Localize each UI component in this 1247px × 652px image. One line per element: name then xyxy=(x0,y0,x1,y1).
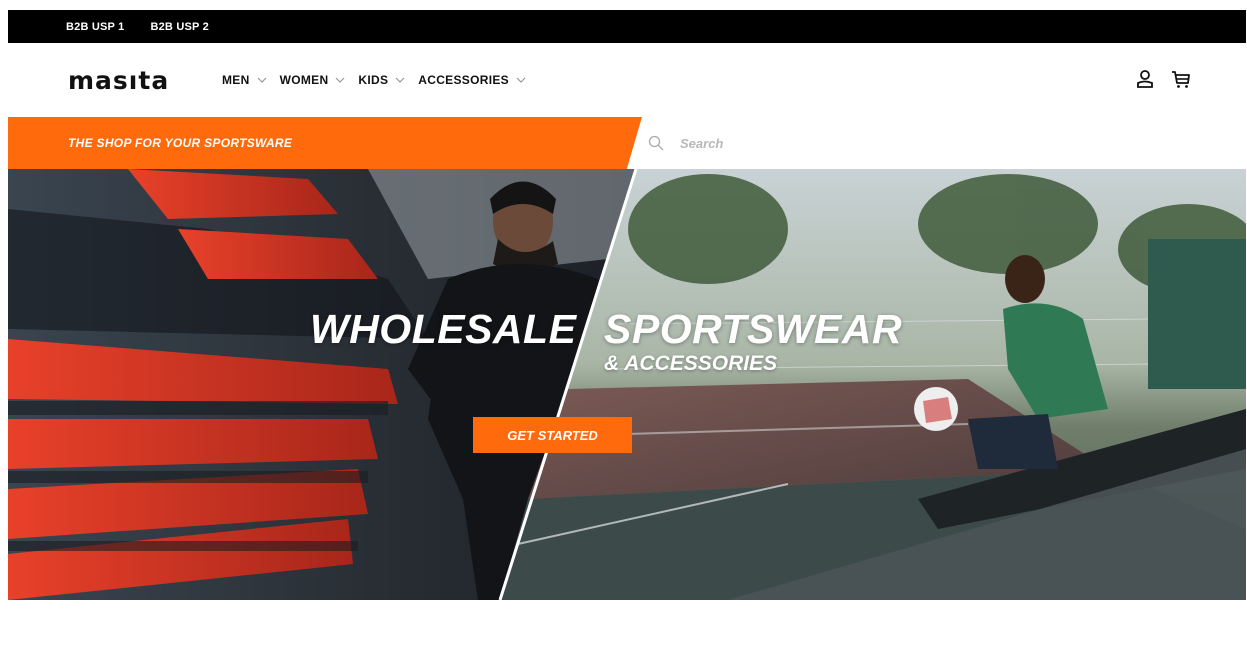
search-icon[interactable] xyxy=(648,135,664,151)
promo-tagline: THE SHOP FOR YOUR SPORTSWARE xyxy=(68,136,293,150)
nav-item-women[interactable]: WOMEN xyxy=(280,73,347,87)
nav-item-men[interactable]: MEN xyxy=(222,73,268,87)
cart-icon[interactable] xyxy=(1170,68,1192,90)
masita-logo[interactable]: masıta xyxy=(68,68,169,93)
header-icons xyxy=(1120,68,1192,90)
usp-bar: B2B USP 1 B2B USP 2 xyxy=(8,10,1246,43)
nav-label-men: MEN xyxy=(222,73,250,87)
usp-item-2: B2B USP 2 xyxy=(150,20,209,33)
search-bar xyxy=(648,117,1238,169)
get-started-button[interactable]: GET STARTED xyxy=(473,417,632,453)
nav-label-women: WOMEN xyxy=(279,73,329,87)
hero-banner: WHOLESALE SPORTSWEAR & ACCESSORIES GET S… xyxy=(8,169,1246,600)
chevron-down-icon xyxy=(395,77,405,83)
hero-title-left: WHOLESALE xyxy=(310,306,577,352)
nav-item-kids[interactable]: KIDS xyxy=(358,73,406,87)
promo-search-strip: THE SHOP FOR YOUR SPORTSWARE xyxy=(8,117,1246,169)
nav-item-accessories[interactable]: ACCESSORIES xyxy=(418,73,527,87)
chevron-down-icon xyxy=(257,77,267,83)
usp-item-1: B2B USP 1 xyxy=(66,20,125,33)
account-icon[interactable] xyxy=(1134,68,1156,90)
nav-label-accessories: ACCESSORIES xyxy=(418,73,509,87)
main-nav: MEN WOMEN KIDS ACCESSORIES xyxy=(222,73,539,87)
hero-subtitle: & ACCESSORIES xyxy=(604,352,778,375)
chevron-down-icon xyxy=(516,77,526,83)
site-header: masıta MEN WOMEN KIDS ACCESSORIES xyxy=(8,43,1246,117)
hero-title: WHOLESALE SPORTSWEAR xyxy=(310,306,902,353)
chevron-down-icon xyxy=(335,77,345,83)
page-frame: B2B USP 1 B2B USP 2 masıta MEN WOMEN KID… xyxy=(8,10,1246,600)
hero-title-right: SPORTSWEAR xyxy=(604,306,903,352)
hero-image xyxy=(8,169,1246,600)
nav-label-kids: KIDS xyxy=(358,73,389,87)
search-input[interactable] xyxy=(680,135,1080,151)
